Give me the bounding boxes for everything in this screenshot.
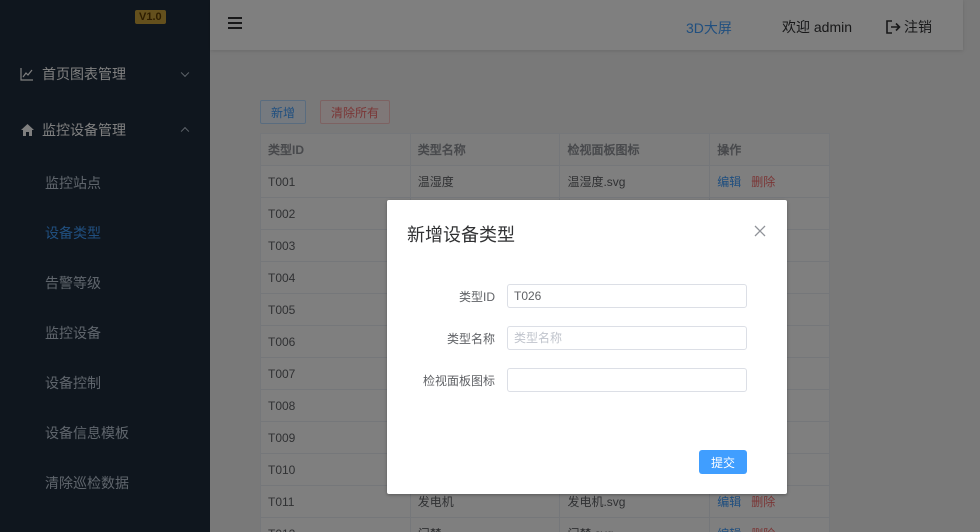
submit-button[interactable]: 提交 (699, 450, 747, 474)
add-device-type-dialog: 新增设备类型 类型ID 类型名称 检视面板图标 提交 (387, 200, 787, 494)
panel-icon-input[interactable] (507, 368, 747, 392)
close-icon[interactable] (753, 224, 767, 238)
form-row-panel-icon: 检视面板图标 (387, 368, 787, 392)
type-id-input[interactable] (507, 284, 747, 308)
form-row-type-id: 类型ID (387, 284, 787, 308)
dialog-title: 新增设备类型 (407, 225, 515, 245)
type-id-label: 类型ID (458, 290, 495, 304)
type-name-input[interactable] (507, 326, 747, 350)
app-root: V1.0 首页图表管理 监控设备管理 监控站点 设备类型 告警等级 监控设备 设… (0, 0, 980, 532)
type-name-label: 类型名称 (446, 332, 495, 346)
panel-icon-label: 检视面板图标 (422, 374, 495, 388)
form-row-type-name: 类型名称 (387, 326, 787, 350)
